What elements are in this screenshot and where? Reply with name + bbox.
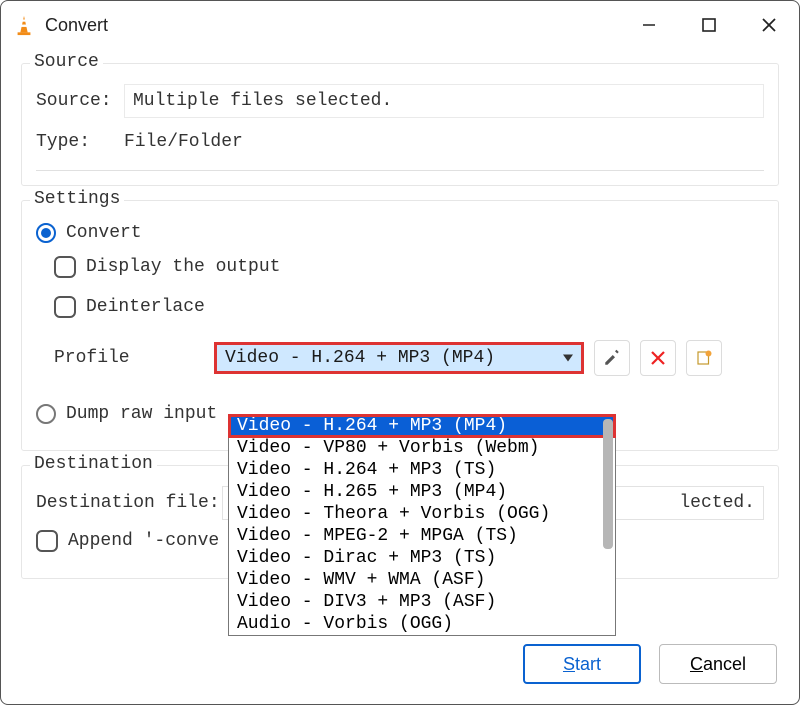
source-legend: Source <box>30 52 103 72</box>
profile-row: Profile Video - H.264 + MP3 (MP4) <box>36 330 764 376</box>
append-label: Append '-conve <box>68 531 219 551</box>
profile-selected-text: Video - H.264 + MP3 (MP4) <box>225 348 495 368</box>
type-value: File/Folder <box>124 126 764 158</box>
cancel-label-rest: ancel <box>703 654 746 674</box>
settings-legend: Settings <box>30 189 124 209</box>
profile-label: Profile <box>54 348 204 368</box>
new-profile-button[interactable] <box>686 340 722 376</box>
window-title: Convert <box>45 15 619 36</box>
destination-legend: Destination <box>30 454 157 474</box>
dump-raw-label: Dump raw input <box>66 404 217 424</box>
radio-convert-label: Convert <box>66 223 142 243</box>
profile-option[interactable]: Video - H.265 + MP3 (MP4) <box>229 481 615 503</box>
profile-option[interactable]: Video - H.264 + MP3 (MP4) <box>229 415 615 437</box>
start-button[interactable]: Start <box>523 644 641 684</box>
radio-dot-checked-icon <box>36 223 56 243</box>
titlebar: Convert <box>1 1 799 49</box>
start-label-rest: tart <box>575 654 601 674</box>
checkbox-icon <box>54 296 76 318</box>
profile-option[interactable]: Video - MPEG-2 + MPGA (TS) <box>229 525 615 547</box>
destination-file-label: Destination file: <box>36 493 222 513</box>
profile-option[interactable]: Video - DIV3 + MP3 (ASF) <box>229 591 615 613</box>
profile-option[interactable]: Video - Dirac + MP3 (TS) <box>229 547 615 569</box>
window-controls <box>619 1 799 49</box>
source-label: Source: <box>36 91 124 111</box>
maximize-button[interactable] <box>679 1 739 49</box>
profile-option[interactable]: Video - H.264 + MP3 (TS) <box>229 459 615 481</box>
profile-option[interactable]: Video - WMV + WMA (ASF) <box>229 569 615 591</box>
cancel-button[interactable]: Cancel <box>659 644 777 684</box>
chevron-down-icon <box>563 355 573 362</box>
profile-option[interactable]: Audio - Vorbis (OGG) <box>229 613 615 635</box>
divider <box>36 170 764 171</box>
radio-dot-unchecked-icon <box>36 404 56 424</box>
source-value: Multiple files selected. <box>124 84 764 118</box>
display-output-label: Display the output <box>86 257 280 277</box>
checkbox-append-converted[interactable]: Append '-conve <box>36 530 219 552</box>
source-group: Source Source: Multiple files selected. … <box>21 63 779 186</box>
profile-select[interactable]: Video - H.264 + MP3 (MP4) <box>214 342 584 374</box>
edit-profile-button[interactable] <box>594 340 630 376</box>
scrollbar-thumb[interactable] <box>603 419 613 549</box>
profile-option[interactable]: Video - VP80 + Vorbis (Webm) <box>229 437 615 459</box>
deinterlace-label: Deinterlace <box>86 297 205 317</box>
radio-convert[interactable]: Convert <box>36 223 142 243</box>
checkbox-deinterlace[interactable]: Deinterlace <box>54 296 205 318</box>
checkbox-display-output[interactable]: Display the output <box>54 256 280 278</box>
checkbox-icon <box>36 530 58 552</box>
minimize-button[interactable] <box>619 1 679 49</box>
checkbox-icon <box>54 256 76 278</box>
profile-option[interactable]: Video - Theora + Vorbis (OGG) <box>229 503 615 525</box>
radio-dump-raw[interactable]: Dump raw input <box>36 404 217 424</box>
type-label: Type: <box>36 132 124 152</box>
profile-dropdown[interactable]: Video - H.264 + MP3 (MP4) Video - VP80 +… <box>228 414 616 636</box>
delete-profile-button[interactable] <box>640 340 676 376</box>
close-button[interactable] <box>739 1 799 49</box>
convert-window: Convert Source Source: Multiple files se… <box>0 0 800 705</box>
dialog-buttons: Start Cancel <box>523 644 777 684</box>
vlc-cone-icon <box>13 14 35 36</box>
